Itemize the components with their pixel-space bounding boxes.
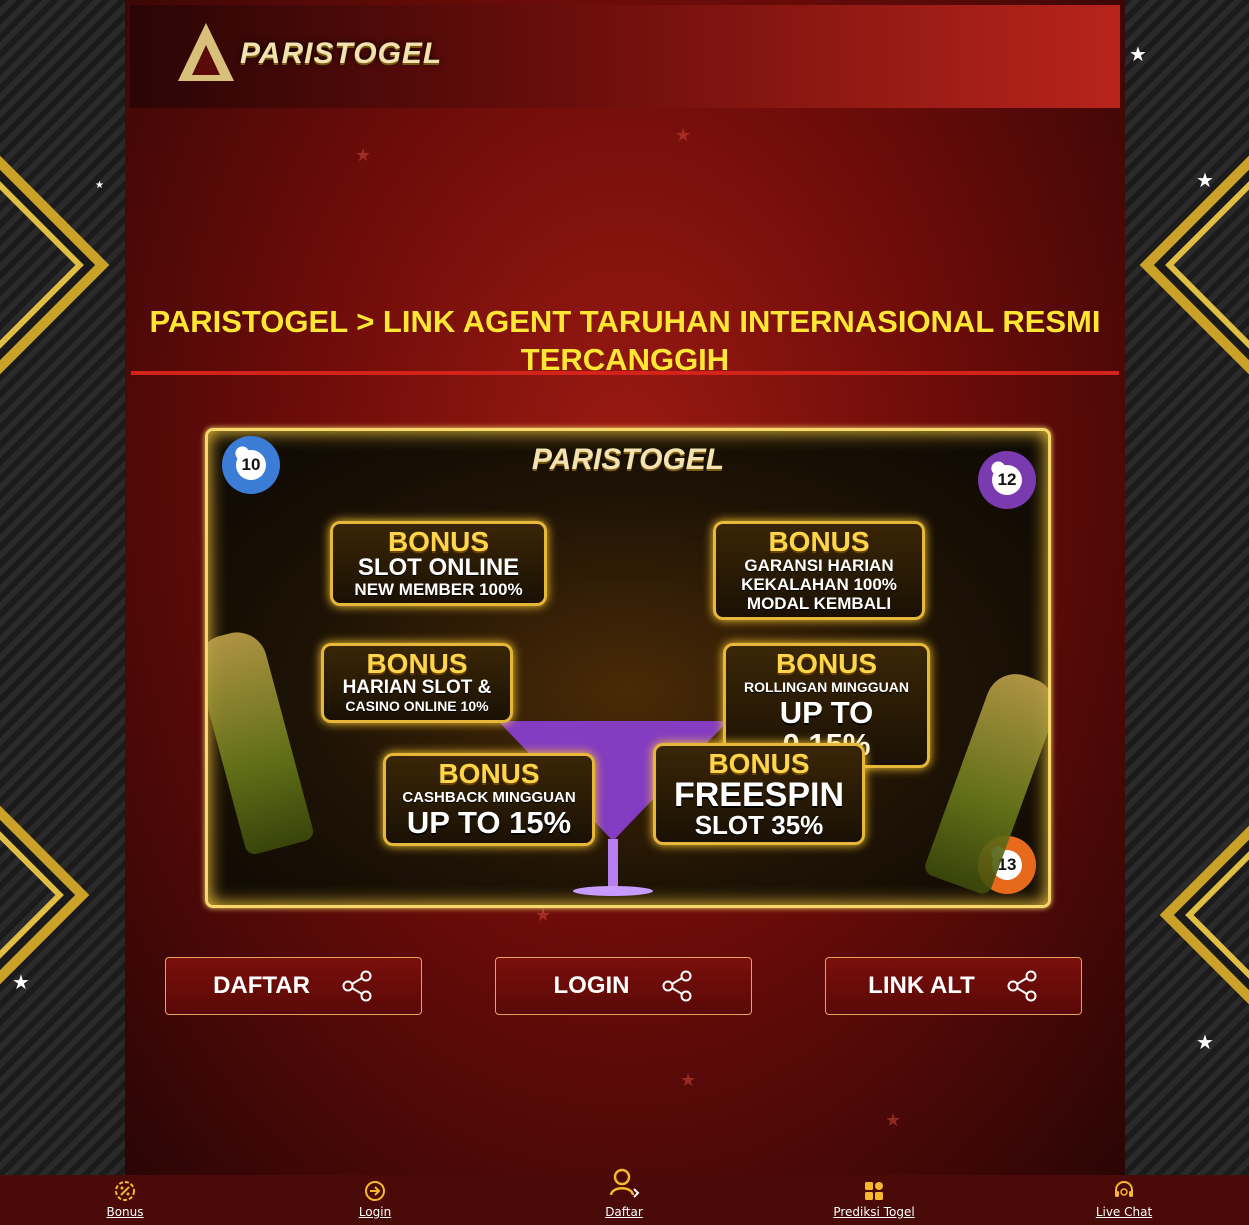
- star-decoration: ★: [1196, 170, 1214, 192]
- bonus-card: BONUS HARIAN SLOT & CASINO ONLINE 10%: [321, 643, 513, 723]
- page-title: PARISTOGEL > LINK AGENT TARUHAN INTERNAS…: [149, 303, 1101, 377]
- daftar-button-label: DAFTAR: [213, 972, 310, 999]
- bonus-line: UP TO 15%: [406, 805, 572, 840]
- logo-text: PARISTOGEL: [240, 37, 443, 70]
- main-content: ★ ★ ★ ★ ★ ★ PARISTOGEL PARISTOGEL > LINK…: [125, 0, 1125, 1175]
- bonus-line: MODAL KEMBALI: [746, 594, 892, 613]
- bonus-line: NEW MEMBER 100%: [354, 580, 523, 599]
- grid-icon: [865, 1182, 883, 1200]
- right-decoration: ★ ★ ★: [1124, 0, 1249, 1225]
- bonus-heading: BONUS: [366, 648, 468, 679]
- gold-frame-decoration: [0, 130, 110, 400]
- bonus-heading: BONUS: [768, 526, 870, 557]
- billiard-ball-icon: 12: [978, 451, 1036, 509]
- billiard-ball-icon: 10: [222, 436, 280, 494]
- site-logo[interactable]: PARISTOGEL: [178, 23, 498, 93]
- site-header: PARISTOGEL: [130, 5, 1120, 108]
- gold-frame-decoration: [1139, 130, 1249, 400]
- login-button[interactable]: LOGIN: [495, 957, 752, 1015]
- bonus-line: FREESPIN: [673, 776, 845, 814]
- bonus-heading: BONUS: [708, 748, 810, 779]
- bottom-nav: Bonus Login Daftar Prediksi Togel Live C…: [0, 1168, 1249, 1225]
- bonus-line: SLOT 35%: [694, 810, 824, 840]
- champagne-bottle-decoration: [208, 625, 316, 857]
- bonus-card: BONUS SLOT ONLINE NEW MEMBER 100%: [330, 521, 547, 606]
- bonus-heading: BONUS: [438, 758, 540, 789]
- nav-label: Prediksi Togel: [833, 1205, 915, 1219]
- bonus-line: GARANSI HARIAN: [744, 556, 894, 575]
- nav-item-prediksi-togel[interactable]: Prediksi Togel: [799, 1175, 949, 1225]
- bonus-card: BONUS CASHBACK MINGGUAN UP TO 15%: [383, 753, 595, 846]
- logo-mark-icon: [178, 23, 234, 81]
- star-decoration: ★: [675, 125, 692, 145]
- link-alt-button-label: LINK ALT: [868, 972, 975, 999]
- gold-frame-decoration: [1159, 780, 1249, 1050]
- title-divider: [131, 371, 1119, 375]
- star-decoration: ★: [355, 145, 372, 165]
- bonus-line: SLOT ONLINE: [357, 554, 520, 581]
- share-icon: [342, 970, 372, 1002]
- bonus-line: CASINO ONLINE 10%: [345, 698, 489, 714]
- star-decoration: ★: [1129, 44, 1147, 66]
- star-decoration: ★: [535, 905, 552, 925]
- star-decoration: ★: [95, 180, 104, 191]
- daftar-button[interactable]: DAFTAR: [165, 957, 422, 1015]
- star-decoration: ★: [885, 1110, 902, 1130]
- bonus-heading: BONUS: [775, 648, 878, 679]
- nav-item-daftar[interactable]: Daftar: [549, 1168, 699, 1225]
- star-decoration: ★: [1196, 1032, 1214, 1054]
- left-decoration: ★ ★: [0, 0, 125, 1225]
- nav-item-bonus[interactable]: Bonus: [50, 1175, 200, 1225]
- share-icon: [1007, 970, 1037, 1002]
- bonus-heading: BONUS: [387, 526, 490, 557]
- nav-label: Live Chat: [1095, 1205, 1153, 1219]
- promo-banner[interactable]: PARISTOGEL 10 12 13 BONUS SLOT ONLINE NE…: [205, 428, 1051, 908]
- bonus-card: BONUS GARANSI HARIAN KEKALAHAN 100% MODA…: [713, 521, 925, 620]
- star-decoration: ★: [680, 1070, 697, 1090]
- nav-label: Daftar: [605, 1205, 643, 1219]
- bonus-line: KEKALAHAN 100%: [741, 575, 897, 594]
- star-decoration: ★: [12, 972, 30, 994]
- nav-label: Bonus: [106, 1205, 144, 1219]
- nav-label: Login: [358, 1205, 392, 1219]
- cocktail-glass-base: [573, 886, 653, 896]
- banner-logo: PARISTOGEL: [531, 443, 725, 476]
- bonus-line: HARIAN SLOT &: [342, 677, 492, 698]
- headset-icon: [1115, 1181, 1133, 1197]
- cocktail-glass-stem: [608, 839, 618, 889]
- nav-item-live-chat[interactable]: Live Chat: [1049, 1175, 1199, 1225]
- bonus-card: BONUS FREESPIN SLOT 35%: [653, 743, 865, 845]
- arrow-circle-icon: [365, 1181, 385, 1201]
- user-add-icon: [609, 1168, 640, 1198]
- nav-item-login[interactable]: Login: [300, 1175, 450, 1225]
- percent-badge-icon: [115, 1181, 135, 1201]
- share-icon: [662, 970, 691, 1002]
- login-button-label: LOGIN: [553, 972, 630, 999]
- link-alt-button[interactable]: LINK ALT: [825, 957, 1082, 1015]
